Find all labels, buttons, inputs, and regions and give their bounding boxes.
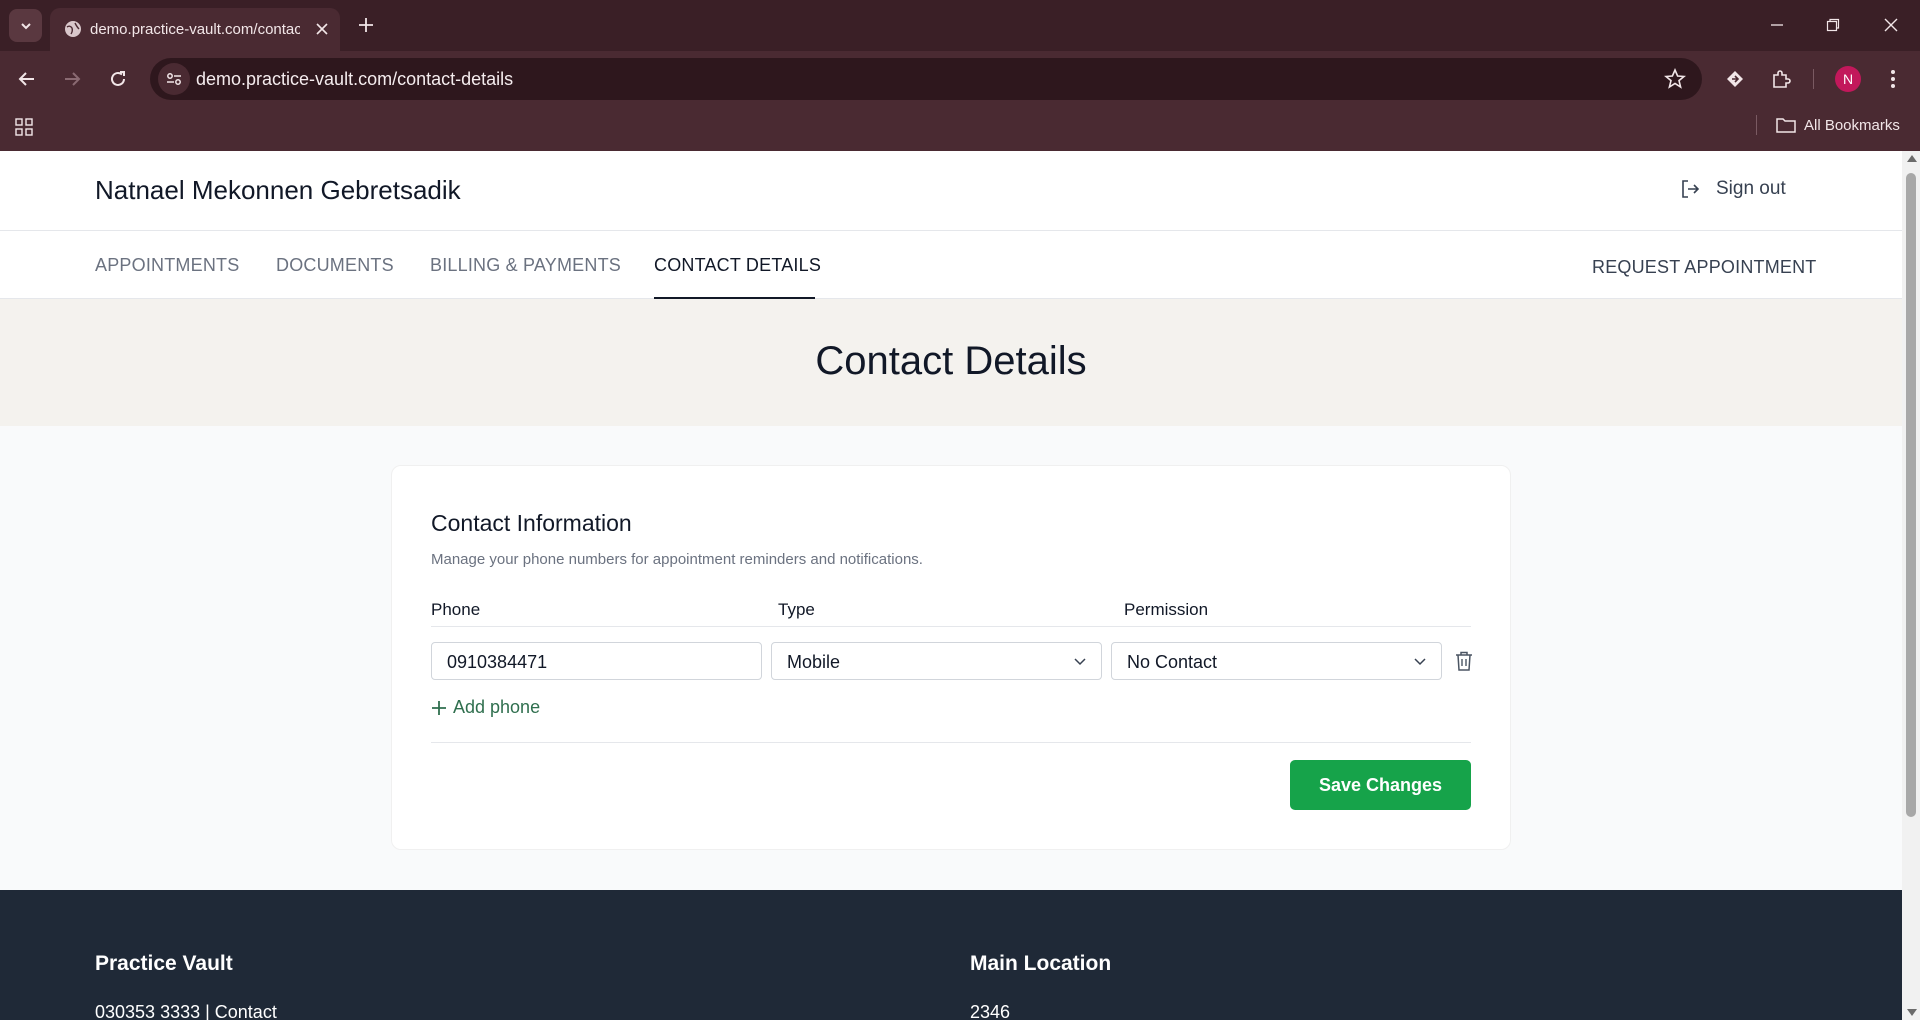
reload-icon[interactable] [103, 64, 133, 94]
card-title: Contact Information [431, 510, 632, 536]
restore-icon[interactable] [1818, 11, 1848, 39]
chevron-down-icon [1414, 658, 1426, 666]
scrollbar-thumb[interactable] [1906, 173, 1916, 817]
site-header: Natnael Mekonnen Gebretsadik Sign out [0, 151, 1902, 231]
pin-tab-icon[interactable] [1720, 64, 1750, 94]
back-arrow-icon[interactable] [12, 64, 42, 94]
tab-title: demo.practice-vault.com/contact-details [90, 21, 300, 38]
profile-avatar[interactable]: N [1835, 66, 1861, 92]
close-window-icon[interactable] [1876, 11, 1906, 39]
page-viewport: Natnael Mekonnen Gebretsadik Sign out AP… [0, 151, 1902, 1020]
toolbar-divider [1813, 69, 1814, 89]
patient-name: Natnael Mekonnen Gebretsadik [95, 175, 461, 205]
type-value: Mobile [787, 652, 841, 672]
more-menu-icon[interactable] [1878, 64, 1908, 94]
sign-out-label: Sign out [1716, 178, 1786, 199]
extensions-puzzle-icon[interactable] [1766, 64, 1796, 94]
contact-information-card: Contact Information Manage your phone nu… [391, 465, 1511, 850]
site-info-icon[interactable] [158, 63, 190, 95]
site-footer: Practice Vault 030353 3333 | Contact Mai… [0, 890, 1902, 1020]
browser-chrome: demo.practice-vault.com/contact-details … [0, 0, 1920, 151]
new-tab-plus-icon[interactable] [354, 13, 378, 37]
globe-icon [65, 21, 81, 37]
tab-strip: demo.practice-vault.com/contact-details [0, 0, 1920, 51]
delete-phone-trash-icon[interactable] [1453, 650, 1475, 672]
add-phone-label: Add phone [453, 697, 541, 717]
type-column-header: Type [778, 600, 815, 619]
phone-input[interactable]: 0910384471 [431, 642, 762, 680]
browser-tab-active[interactable]: demo.practice-vault.com/contact-details [50, 8, 340, 51]
page-title: Contact Details [815, 339, 1087, 383]
nav-appointments[interactable]: APPOINTMENTS [95, 255, 239, 276]
scroll-up-arrow-icon[interactable] [1907, 155, 1917, 162]
bookmark-star-icon[interactable] [1664, 68, 1686, 90]
card-description: Manage your phone numbers for appointmen… [431, 551, 923, 568]
nav-documents[interactable]: DOCUMENTS [276, 255, 394, 276]
bookmarks-divider [1756, 115, 1757, 135]
sign-out-icon [1682, 180, 1700, 198]
chevron-down-icon [1074, 658, 1086, 666]
footer-location-line: 2346 [970, 1002, 1011, 1020]
footer-contact-line[interactable]: 030353 3333 | Contact [95, 1002, 277, 1020]
main-content: Contact Information Manage your phone nu… [0, 426, 1902, 890]
save-changes-button[interactable]: Save Changes [1290, 760, 1471, 810]
forward-arrow-icon[interactable] [57, 64, 87, 94]
phone-column-header: Phone [431, 600, 481, 619]
address-bar[interactable]: demo.practice-vault.com/contact-details [150, 58, 1702, 100]
main-nav: APPOINTMENTS DOCUMENTS BILLING & PAYMENT… [0, 231, 1902, 299]
plus-icon [432, 700, 446, 715]
form-divider [431, 742, 1471, 743]
apps-grid-icon[interactable] [12, 115, 36, 139]
permission-select[interactable]: No Contact [1111, 642, 1442, 680]
scroll-down-arrow-icon[interactable] [1907, 1009, 1917, 1016]
nav-billing-payments[interactable]: BILLING & PAYMENTS [430, 255, 621, 276]
url-text[interactable]: demo.practice-vault.com/contact-details [196, 69, 513, 90]
footer-location-title: Main Location [970, 952, 1112, 975]
sign-out-button[interactable]: Sign out [1680, 178, 1786, 200]
phone-value: 0910384471 [447, 652, 548, 672]
add-phone-button[interactable]: Add phone [431, 697, 540, 718]
nav-contact-details[interactable]: CONTACT DETAILS [654, 255, 821, 276]
permission-column-header: Permission [1124, 600, 1209, 619]
tab-search-button[interactable] [9, 9, 42, 42]
folder-icon [1776, 118, 1796, 133]
header-divider [431, 626, 1471, 627]
minimize-icon[interactable] [1762, 11, 1792, 39]
tab-close-icon[interactable] [312, 19, 332, 39]
all-bookmarks-button[interactable]: All Bookmarks [1776, 114, 1900, 136]
all-bookmarks-label: All Bookmarks [1804, 116, 1900, 134]
type-select[interactable]: Mobile [771, 642, 1102, 680]
footer-brand: Practice Vault [95, 952, 233, 975]
chevron-down-icon [20, 22, 31, 29]
permission-value: No Contact [1127, 652, 1218, 672]
page-scrollbar[interactable] [1902, 151, 1920, 1020]
page-hero: Contact Details [0, 299, 1902, 426]
request-appointment-link[interactable]: REQUEST APPOINTMENT [1592, 257, 1817, 278]
